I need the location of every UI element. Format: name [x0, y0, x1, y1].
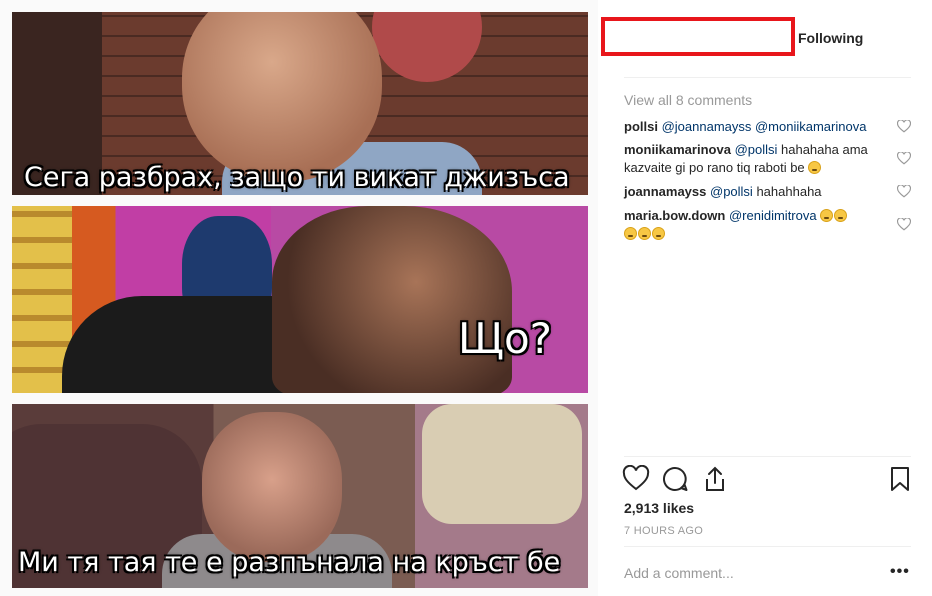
post-timestamp[interactable]: 7 HOURS AGO [624, 525, 703, 537]
comment-item: maria.bow.down @renidimitrova [624, 207, 886, 243]
bookmark-icon[interactable] [886, 465, 914, 493]
header-divider [624, 77, 911, 78]
comment-box-divider [624, 546, 911, 547]
post-header: Following [598, 0, 932, 78]
comment-item: joannamayss @pollsi hahahhaha [624, 183, 886, 201]
comment-icon[interactable] [661, 465, 689, 493]
man-face [272, 206, 512, 393]
comment-item: moniikamarinova @pollsi hahahaha ama kaz… [624, 141, 886, 177]
like-count[interactable]: 2,913 likes [624, 500, 694, 516]
grinning-emoji-icon [624, 227, 637, 240]
pillow [422, 404, 582, 524]
comment-text: hahahhaha [756, 184, 822, 199]
post-sidebar: Following View all 8 comments pollsi @jo… [598, 0, 932, 596]
grinning-emoji-icon [820, 209, 834, 222]
comment-mention[interactable]: @pollsi [735, 142, 778, 157]
more-options-icon[interactable]: ••• [890, 563, 910, 581]
add-comment-input[interactable]: Add a comment... [624, 565, 734, 581]
grinning-emoji-icon [834, 209, 848, 222]
actions-divider [624, 456, 911, 457]
grinning-emoji-icon [638, 227, 651, 240]
meme-caption-3: Ми тя тая те е разпънала на кръст бе [18, 547, 561, 578]
post-image[interactable]: Сега разбрах, защо ти викат джизъса Що? … [0, 0, 598, 596]
view-all-comments-link[interactable]: View all 8 comments [624, 92, 752, 108]
meme-caption-2: Що? [458, 314, 552, 363]
meme-panel-3: Ми тя тая те е разпънала на кръст бе [12, 404, 588, 588]
following-button[interactable]: Following [798, 30, 863, 46]
comment-username[interactable]: pollsi [624, 119, 658, 134]
comment-mention[interactable]: @renidimitrova [729, 208, 817, 223]
comment-username[interactable]: joannamayss [624, 184, 706, 199]
comment-mention[interactable]: @pollsi [710, 184, 753, 199]
background-sign [372, 12, 482, 82]
like-comment-heart-icon[interactable] [897, 120, 911, 133]
comment-username[interactable]: maria.bow.down [624, 208, 725, 223]
like-comment-heart-icon[interactable] [897, 152, 911, 165]
comment-username[interactable]: moniikamarinova [624, 142, 731, 157]
meme-caption-1: Сега разбрах, защо ти викат джизъса [24, 162, 570, 193]
comment-mention[interactable]: @joannamayss @moniikamarinova [662, 119, 867, 134]
comment-item: pollsi @joannamayss @moniikamarinova [624, 118, 886, 136]
redacted-username-box [601, 17, 795, 56]
heart-icon[interactable] [622, 465, 650, 493]
man-face [202, 412, 342, 562]
post-actions-bar [622, 465, 914, 495]
like-comment-heart-icon[interactable] [897, 218, 911, 231]
meme-panel-1: Сега разбрах, защо ти викат джизъса [12, 12, 588, 195]
grinning-emoji-icon [652, 227, 665, 240]
share-icon[interactable] [701, 465, 729, 493]
grinning-emoji-icon [808, 161, 822, 174]
meme-panel-2: Що? [12, 206, 588, 393]
like-comment-heart-icon[interactable] [897, 185, 911, 198]
